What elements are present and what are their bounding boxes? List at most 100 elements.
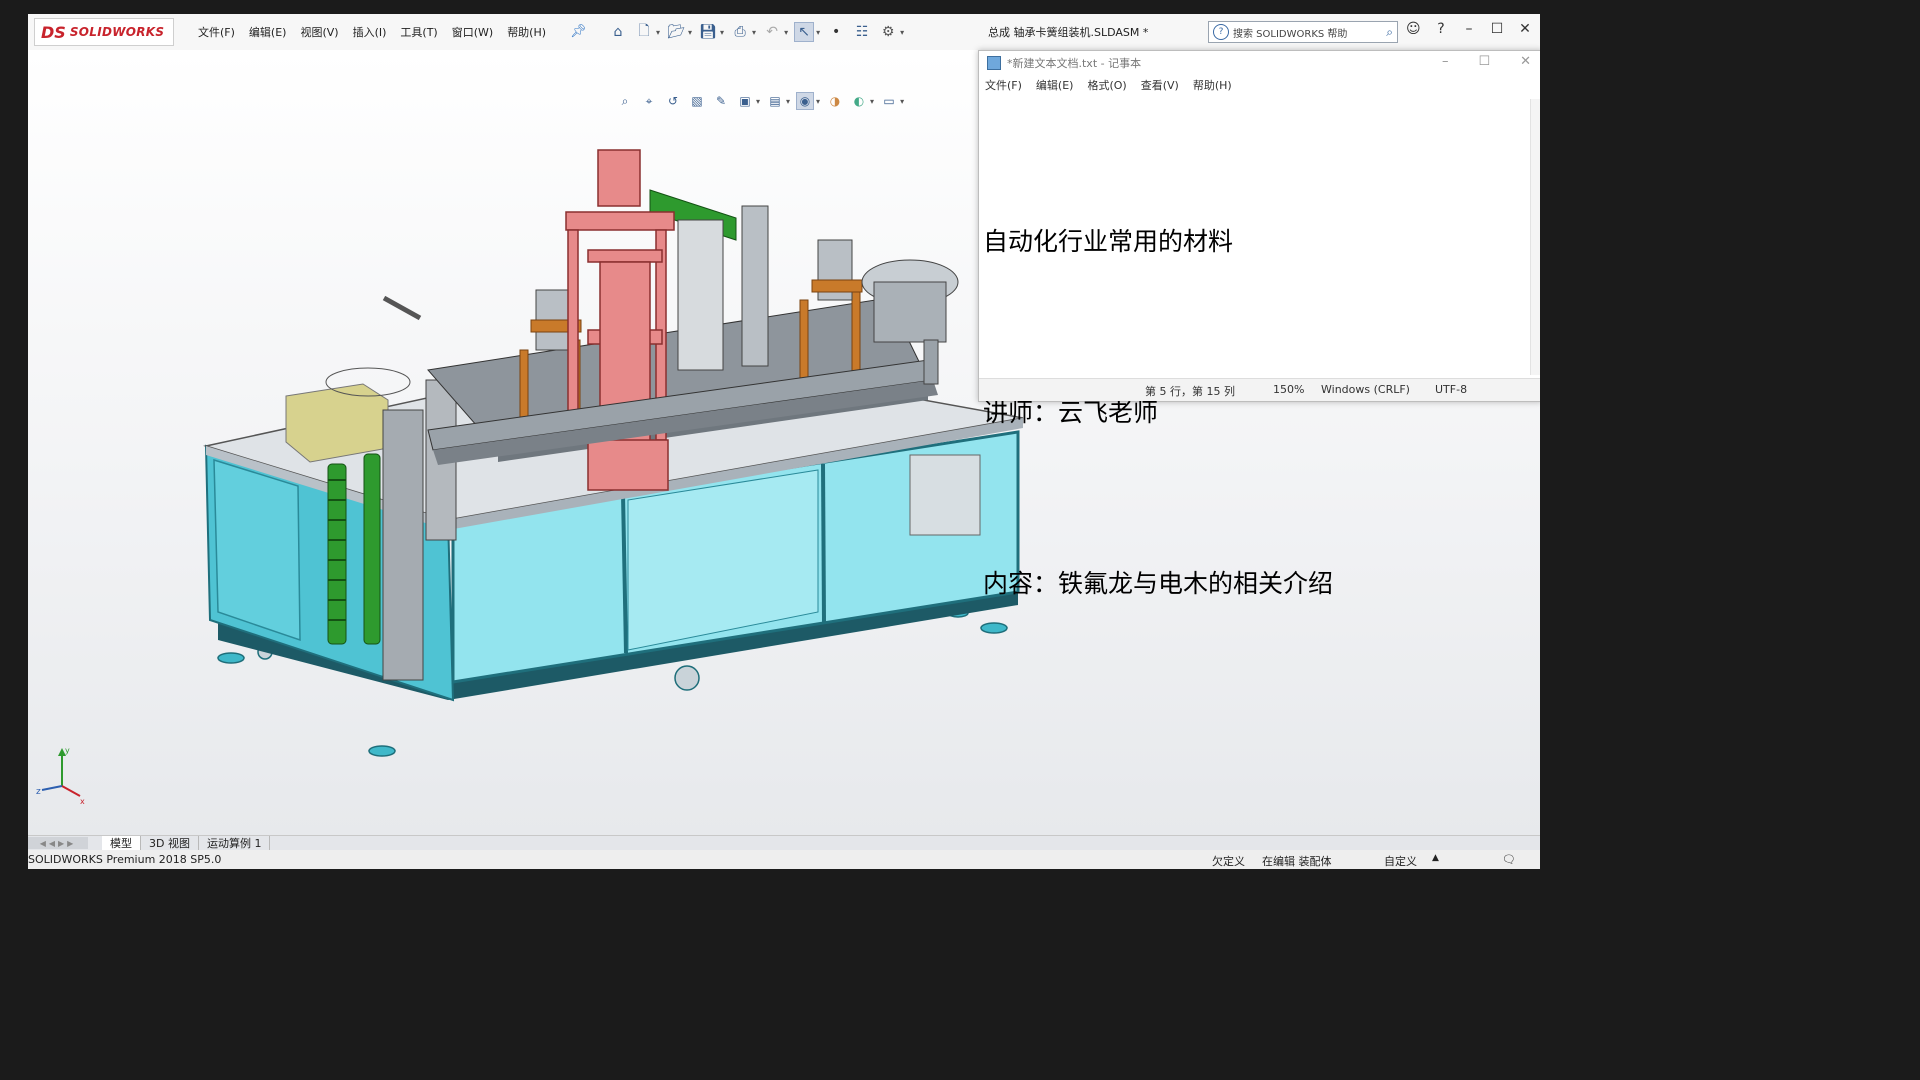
pin-menu-icon[interactable]: 📌︎ — [570, 24, 587, 39]
notepad-text-area[interactable]: 自动化行业常用的材料 讲师：云飞老师 内容：铁氟龙与电木的相关介绍 — [983, 99, 1523, 598]
chevron-down-icon[interactable]: ▾ — [756, 97, 760, 106]
zoom-area-icon[interactable]: ⌖ — [640, 92, 658, 110]
view-orientation-icon[interactable]: ▣ — [736, 92, 754, 110]
select-icon[interactable]: ↖ — [794, 22, 815, 42]
chevron-down-icon[interactable]: ▾ — [752, 28, 756, 37]
help-search-input[interactable]: ? 搜索 SOLIDWORKS 帮助 ⌕ — [1208, 21, 1398, 43]
solidworks-logo[interactable]: DS SOLIDWORKS — [34, 18, 174, 46]
previous-view-icon[interactable]: ↺ — [664, 92, 682, 110]
logo-text: SOLIDWORKS — [69, 25, 165, 39]
units-selector[interactable]: 自定义 — [1384, 853, 1417, 869]
encoding: UTF-8 — [1435, 383, 1468, 396]
bottom-tabs: ◀◀▶▶ 模型 3D 视图 运动算例 1 — [28, 835, 1540, 850]
chevron-down-icon[interactable]: ▾ — [900, 97, 904, 106]
hide-show-icon[interactable]: ◉ — [796, 92, 815, 110]
zoom-level: 150% — [1273, 383, 1305, 396]
svg-text:z: z — [36, 787, 41, 797]
chevron-down-icon[interactable]: ▾ — [870, 97, 874, 106]
notepad-title-bar[interactable]: *新建文本文档.txt - 记事本 – ☐ ✕ — [979, 51, 1540, 75]
save-icon[interactable]: 💾︎ — [698, 22, 718, 42]
file-properties-icon[interactable]: ☷ — [852, 22, 872, 42]
minimize-icon[interactable]: – — [1462, 21, 1476, 37]
traffic-light-icon[interactable]: • — [826, 22, 846, 42]
close-icon[interactable]: ✕ — [1520, 54, 1531, 69]
chevron-down-icon[interactable]: ▾ — [784, 28, 788, 37]
chat-icon[interactable]: 🗨︎ — [1502, 853, 1516, 866]
document-title: 总成 轴承卡簧组装机.SLDASM * — [988, 26, 1149, 39]
menu-file[interactable]: 文件(F) — [198, 24, 235, 40]
notepad-menu-file[interactable]: 文件(F) — [985, 77, 1022, 93]
svg-text:x: x — [80, 797, 85, 806]
chevron-down-icon[interactable]: ▾ — [786, 97, 790, 106]
heads-up-toolbar: ⌕ ⌖ ↺ ▧ ✎ ▣ ▾ ▤ ▾ ◉ ▾ ◑ ◐ ▾ ▭ ▾ — [616, 90, 904, 112]
line-ending: Windows (CRLF) — [1321, 383, 1410, 396]
notepad-menu-edit[interactable]: 编辑(E) — [1036, 77, 1074, 93]
tab-scroll-arrows[interactable]: ◀◀▶▶ — [28, 837, 88, 849]
notepad-icon — [987, 56, 1001, 70]
search-placeholder: 搜索 SOLIDWORKS 帮助 — [1233, 28, 1348, 40]
menu-insert[interactable]: 插入(I) — [353, 24, 387, 40]
chevron-down-icon[interactable]: ▾ — [900, 28, 904, 37]
section-view-icon[interactable]: ▧ — [688, 92, 706, 110]
chevron-down-icon[interactable]: ▾ — [656, 28, 660, 37]
maximize-icon[interactable]: ☐ — [1490, 21, 1504, 37]
view-settings-icon[interactable]: ▭ — [880, 92, 898, 110]
notepad-menu: 文件(F) 编辑(E) 格式(O) 查看(V) 帮助(H) — [979, 75, 1540, 95]
logo-ds: DS — [41, 22, 66, 42]
definition-state: 欠定义 — [1212, 855, 1245, 868]
print-icon[interactable]: ⎙ — [730, 22, 750, 42]
display-style-icon[interactable]: ▤ — [766, 92, 784, 110]
product-version: SOLIDWORKS Premium 2018 SP5.0 — [28, 853, 222, 866]
notepad-window-controls: – ☐ ✕ — [1442, 54, 1531, 69]
chevron-up-icon[interactable]: ▲ — [1432, 853, 1439, 863]
zoom-to-fit-icon[interactable]: ⌕ — [616, 92, 634, 110]
svg-text:y: y — [65, 746, 70, 755]
maximize-icon[interactable]: ☐ — [1478, 54, 1490, 69]
chevron-down-icon[interactable]: ▾ — [816, 28, 820, 37]
notepad-menu-format[interactable]: 格式(O) — [1087, 77, 1126, 93]
close-icon[interactable]: ✕ — [1518, 21, 1532, 37]
minimize-icon[interactable]: – — [1442, 54, 1449, 69]
standard-toolbar: ⌂ 🗋︎ ▾ 📂︎ ▾ 💾︎ ▾ ⎙ ▾ ↶ ▾ ↖ ▾ • ☷ ⚙ ▾ — [608, 20, 904, 44]
notepad-scrollbar[interactable] — [1530, 99, 1540, 375]
help-circle-icon: ? — [1213, 24, 1229, 40]
new-icon[interactable]: 🗋︎ — [634, 22, 654, 42]
menu-help[interactable]: 帮助(H) — [507, 24, 546, 40]
tab-3d-view[interactable]: 3D 视图 — [141, 836, 199, 850]
menu-view[interactable]: 视图(V) — [300, 24, 338, 40]
title-bar: DS SOLIDWORKS 文件(F) 编辑(E) 视图(V) 插入(I) 工具… — [28, 14, 1540, 51]
notepad-menu-help[interactable]: 帮助(H) — [1193, 77, 1232, 93]
options-icon[interactable]: ⚙ — [878, 22, 898, 42]
home-icon[interactable]: ⌂ — [608, 22, 628, 42]
dynamic-annotation-icon[interactable]: ✎ — [712, 92, 730, 110]
tab-motion-study[interactable]: 运动算例 1 — [199, 836, 271, 850]
edit-mode: 在编辑 装配体 — [1262, 855, 1332, 868]
cursor-position: 第 5 行，第 15 列 — [1145, 385, 1235, 398]
chevron-down-icon[interactable]: ▾ — [688, 28, 692, 37]
edit-appearance-icon[interactable]: ◑ — [826, 92, 844, 110]
solidworks-window: DS SOLIDWORKS 文件(F) 编辑(E) 视图(V) 插入(I) 工具… — [28, 14, 1540, 869]
electrical-box — [909, 454, 981, 536]
undo-icon[interactable]: ↶ — [762, 22, 782, 42]
help-icon[interactable]: ? — [1434, 21, 1448, 37]
text-line: 自动化行业常用的材料 — [983, 227, 1234, 256]
left-column — [382, 409, 424, 681]
notepad-menu-view[interactable]: 查看(V) — [1141, 77, 1179, 93]
notepad-title: *新建文本文档.txt - 记事本 — [1007, 57, 1142, 70]
chevron-down-icon[interactable]: ▾ — [816, 97, 820, 106]
main-menu: 文件(F) 编辑(E) 视图(V) 插入(I) 工具(T) 窗口(W) 帮助(H… — [198, 14, 546, 50]
menu-tools[interactable]: 工具(T) — [400, 24, 437, 40]
coordinate-triad-icon: z y x — [36, 746, 85, 806]
status-bar: SOLIDWORKS Premium 2018 SP5.0 欠定义 在编辑 装配… — [28, 850, 1540, 869]
notepad-status-bar: 第 5 行，第 15 列 150% Windows (CRLF) UTF-8 — [979, 378, 1540, 401]
menu-window[interactable]: 窗口(W) — [452, 24, 493, 40]
menu-edit[interactable]: 编辑(E) — [249, 24, 287, 40]
text-line: 内容：铁氟龙与电木的相关介绍 — [983, 569, 1334, 598]
tab-model[interactable]: 模型 — [102, 836, 141, 850]
user-icon[interactable]: ☺ — [1406, 21, 1421, 37]
chevron-down-icon[interactable]: ▾ — [720, 28, 724, 37]
open-icon[interactable]: 📂︎ — [666, 22, 686, 42]
search-icon[interactable]: ⌕ — [1386, 25, 1393, 40]
scene-icon[interactable]: ◐ — [850, 92, 868, 110]
notepad-window[interactable]: *新建文本文档.txt - 记事本 – ☐ ✕ 文件(F) 编辑(E) 格式(O… — [978, 50, 1540, 598]
